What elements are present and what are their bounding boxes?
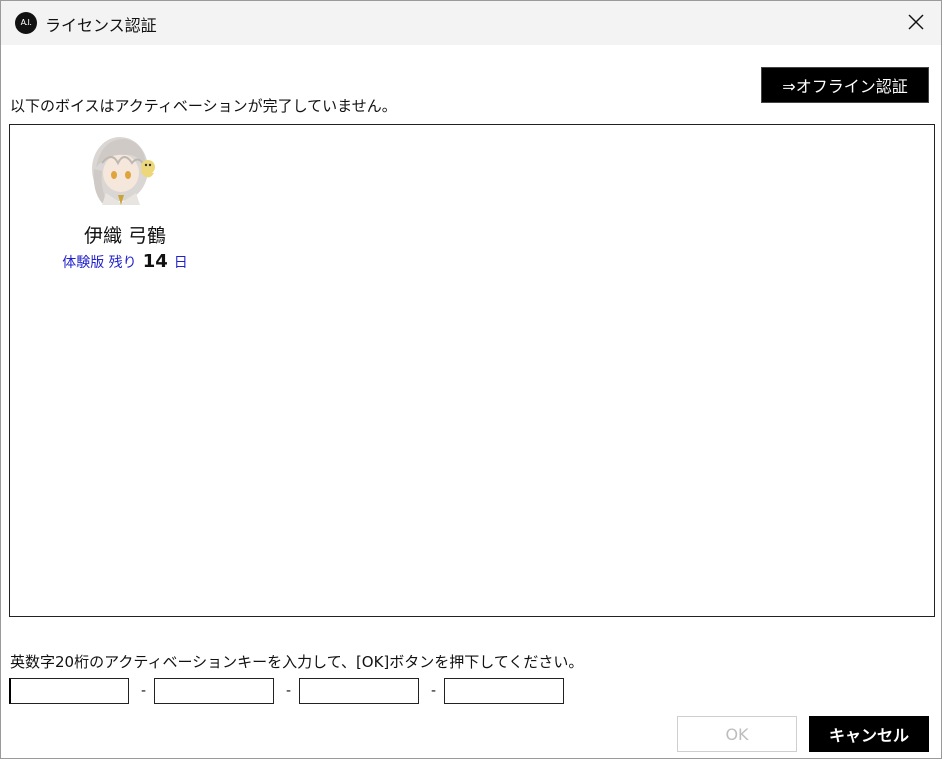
voice-list: 伊織 弓鶴 体験版 残り 14 日 (9, 124, 935, 617)
window-title: ライセンス認証 (45, 16, 157, 35)
offline-activation-button[interactable]: ⇒オフライン認証 (761, 67, 929, 103)
voice-name: 伊織 弓鶴 (83, 225, 167, 247)
key-separator: - (286, 683, 292, 699)
trial-days-unit: 日 (173, 255, 188, 271)
activation-instruction: 英数字20桁のアクティベーションキーを入力して、[OK]ボタンを押下してください… (10, 653, 584, 671)
license-dialog: A.I. ライセンス認証 ⇒オフライン認証 以下のボイスはアクティベーションが完… (0, 0, 942, 759)
activation-key-field-2[interactable] (154, 678, 274, 704)
notice-text: 以下のボイスはアクティベーションが完了していません。 (10, 97, 397, 115)
close-button[interactable] (901, 7, 931, 37)
key-separator: - (141, 683, 147, 699)
close-icon (908, 14, 924, 30)
activation-key-field-3[interactable] (299, 678, 419, 704)
trial-label: 体験版 残り (62, 255, 137, 271)
title-bar: A.I. ライセンス認証 (1, 1, 941, 45)
key-separator: - (431, 683, 437, 699)
trial-days-remaining: 14 (142, 251, 168, 272)
ok-button[interactable]: OK (677, 716, 797, 752)
app-logo-icon: A.I. (15, 12, 37, 34)
activation-key-field-4[interactable] (444, 678, 564, 704)
activation-key-field-1[interactable] (9, 678, 129, 704)
voice-avatar (92, 137, 155, 205)
cancel-button[interactable]: キャンセル (809, 716, 929, 752)
trial-status: 体験版 残り 14 日 (50, 251, 200, 272)
